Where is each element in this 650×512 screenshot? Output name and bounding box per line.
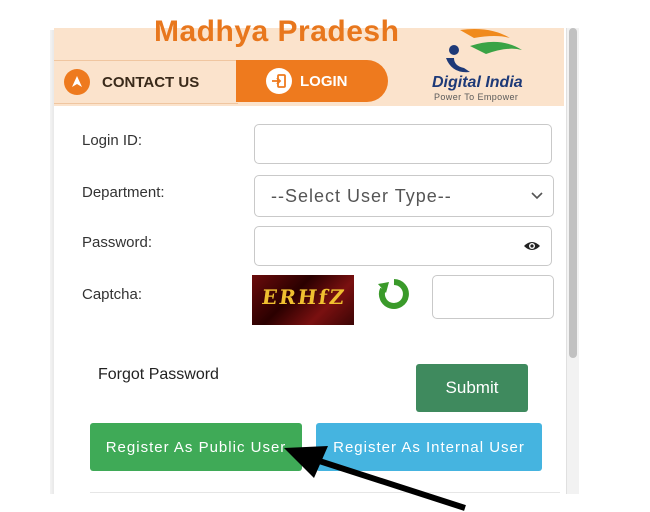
scroll-thumb[interactable] xyxy=(569,28,577,358)
logo-tagline: Power To Empower xyxy=(434,92,519,102)
forgot-password-link[interactable]: Forgot Password xyxy=(98,366,219,384)
password-input[interactable] xyxy=(254,226,552,266)
submit-button[interactable]: Submit xyxy=(416,364,528,412)
digital-india-emblem-icon xyxy=(446,29,522,73)
register-public-user-button[interactable]: Register As Public User xyxy=(90,423,302,471)
password-label: Password: xyxy=(82,234,153,251)
captcha-label: Captcha: xyxy=(82,286,143,303)
nav-login-label: LOGIN xyxy=(300,72,348,90)
compass-arrow-icon xyxy=(64,69,90,95)
department-select[interactable]: --Select User Type-- xyxy=(254,175,554,217)
login-door-icon xyxy=(266,68,292,94)
captcha-image: ERHfZ xyxy=(252,275,354,325)
nav-login[interactable]: LOGIN xyxy=(236,60,388,102)
chevron-down-icon xyxy=(531,192,543,200)
page-title: Madhya Pradesh xyxy=(154,15,400,48)
nav-bar: CONTACT US LOGIN xyxy=(54,60,388,104)
eye-icon[interactable] xyxy=(523,239,541,258)
nav-contact-label: CONTACT US xyxy=(102,73,200,91)
scrollbar[interactable] xyxy=(566,28,579,494)
captcha-input[interactable] xyxy=(432,275,554,319)
register-internal-user-button[interactable]: Register As Internal User xyxy=(316,423,542,471)
login-id-input[interactable] xyxy=(254,124,552,164)
login-id-label: Login ID: xyxy=(82,132,143,149)
department-label: Department: xyxy=(82,184,165,201)
logo-name: Digital India xyxy=(432,74,523,91)
divider xyxy=(90,492,560,493)
refresh-icon[interactable] xyxy=(376,276,412,312)
nav-contact-us[interactable]: CONTACT US xyxy=(54,60,238,104)
department-selected-value: --Select User Type-- xyxy=(271,185,452,206)
digital-india-logo: Digital India Power To Empower xyxy=(430,28,560,104)
captcha-text: ERHfZ xyxy=(260,285,348,309)
